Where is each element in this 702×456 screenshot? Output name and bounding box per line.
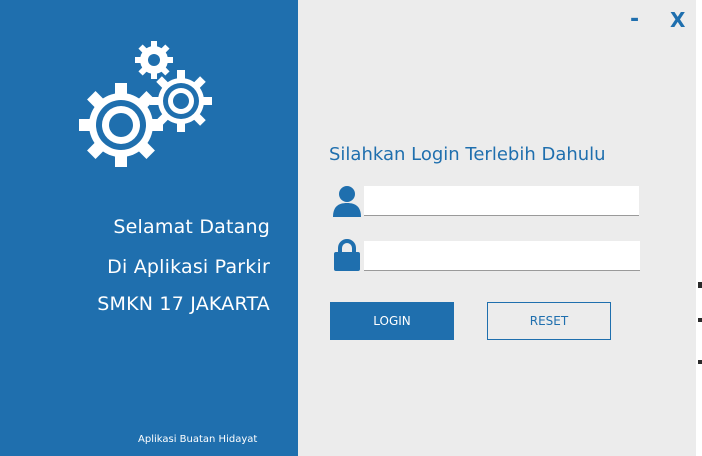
large-gear-icon	[79, 83, 163, 167]
school-name: SMKN 17 JAKARTA	[97, 293, 270, 315]
welcome-text-line2: Di Aplikasi Parkir	[107, 256, 270, 278]
gears-icon	[79, 41, 212, 167]
minimize-button[interactable]: -	[630, 6, 639, 34]
small-gear-icon	[135, 41, 173, 79]
close-button[interactable]: X	[670, 6, 685, 34]
credit-text: Aplikasi Buatan Hidayat	[138, 434, 258, 445]
login-panel	[298, 0, 696, 456]
window-edge	[696, 0, 702, 456]
lock-icon	[334, 239, 360, 271]
user-icon	[333, 186, 361, 217]
welcome-panel: Selamat Datang Di Aplikasi Parkir SMKN 1…	[0, 0, 298, 456]
welcome-text-line1: Selamat Datang	[113, 216, 270, 238]
login-prompt: Silahkan Login Terlebih Dahulu	[329, 144, 606, 165]
login-button[interactable]: LOGIN	[330, 302, 454, 340]
password-input[interactable]	[364, 241, 640, 271]
edge-mark	[698, 360, 702, 364]
reset-button[interactable]: RESET	[487, 302, 611, 340]
username-input[interactable]	[364, 186, 639, 216]
edge-mark	[698, 282, 702, 288]
edge-mark	[698, 318, 702, 322]
medium-gear-icon	[150, 70, 212, 132]
